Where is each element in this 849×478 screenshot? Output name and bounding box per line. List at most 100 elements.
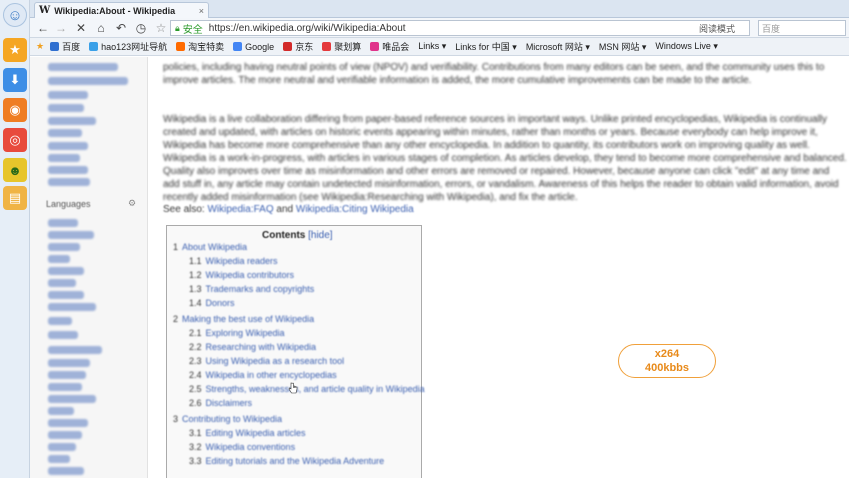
toc-item[interactable]: 1.3 Trademarks and copyrights [189,284,314,294]
stop-button[interactable]: ✕ [72,19,90,37]
bookmark-item[interactable]: 聚划算 [322,40,361,53]
toc-item-label: Contributing to Wikipedia [182,414,283,424]
language-link[interactable] [48,317,72,325]
sidebar-link[interactable] [48,178,90,186]
toc-item[interactable]: 1 About Wikipedia [173,242,247,252]
history-button[interactable]: ◷ [132,19,150,37]
toc-item-number: 3.2 [189,442,202,452]
language-link[interactable] [48,467,84,475]
bookmark-item[interactable]: Microsoft 网站 ▾ [526,40,590,53]
smile-icon[interactable]: ☺ [3,3,27,27]
bookmarks-bar: ★ 百度 hao123网址导航 淘宝特卖 Google 京东 聚划算 唯品会 Links ▾ L… [30,38,849,56]
reading-mode-button[interactable]: 阅读模式 [699,22,749,35]
sidebar-link[interactable] [48,63,118,71]
toc-item-number: 2.6 [189,398,202,408]
toc-item[interactable]: 2.6 Disclaimers [189,398,252,408]
article-content: policies, including having neutral point… [148,57,849,478]
toc-item[interactable]: 1.4 Donors [189,298,235,308]
link-citing-wikipedia[interactable]: Wikipedia:Citing Wikipedia [296,204,414,215]
toc-item-label: Wikipedia readers [205,256,278,266]
tab-wikipedia-about[interactable]: W Wikipedia:About - Wikipedia × [34,2,209,18]
link-wikipedia-faq[interactable]: Wikipedia:FAQ [207,204,273,215]
bookmark-item[interactable]: 京东 [283,40,313,53]
toc-item[interactable]: 3.3 Editing tutorials and the Wikipedia A… [189,456,384,466]
download-icon[interactable]: ⬇ [3,68,27,92]
bookmark-item[interactable]: MSN 网站 ▾ [599,40,647,53]
rss-icon[interactable]: ◉ [3,98,27,122]
sidebar-link[interactable] [48,129,82,137]
language-link[interactable] [48,331,78,339]
tab-close-icon[interactable]: × [199,6,204,16]
toc-item[interactable]: 1.1 Wikipedia readers [189,256,278,266]
toc-item-number: 1.2 [189,270,202,280]
bookmark-item[interactable]: hao123网址导航 [89,40,167,53]
bookmark-item[interactable]: Windows Live ▾ [655,40,718,53]
bookmark-item[interactable]: 百度 [50,40,80,53]
language-link[interactable] [48,255,70,263]
toc-item[interactable]: 2.5 Strengths, weaknesses, and article qu… [189,384,425,394]
bookmark-item[interactable]: Google [233,40,274,53]
toc-item[interactable]: 1.2 Wikipedia contributors [189,270,294,280]
language-link[interactable] [48,279,76,287]
toc-item-number: 3.1 [189,428,202,438]
toc-item[interactable]: 2 Making the best use of Wikipedia [173,314,314,324]
bookmark-star-button[interactable]: ☆ [152,19,170,37]
language-link[interactable] [48,455,70,463]
language-link[interactable] [48,407,74,415]
toc-item-number: 1.3 [189,284,202,294]
weibo-icon[interactable]: ◎ [3,128,27,152]
url-text[interactable]: https://en.wikipedia.org/wiki/Wikipedia:… [209,23,406,34]
sidebar-link[interactable] [48,154,80,162]
settings-gear-icon[interactable]: ⚙ [128,198,136,209]
toc-item[interactable]: 2.2 Researching with Wikipedia [189,342,316,352]
language-link[interactable] [48,359,90,367]
favorites-star-icon[interactable]: ★ [3,38,27,62]
bookmark-item[interactable]: Links ▾ [418,40,446,53]
language-link[interactable] [48,383,82,391]
sidebar-link[interactable] [48,166,88,174]
language-link[interactable] [48,303,96,311]
language-link[interactable] [48,231,94,239]
toc-item[interactable]: 2.3 Using Wikipedia as a research tool [189,356,344,366]
language-link[interactable] [48,219,78,227]
bookmark-item[interactable]: 唯品会 [370,40,409,53]
toc-item[interactable]: 3 Contributing to Wikipedia [173,414,282,424]
language-link[interactable] [48,371,86,379]
toc-hide-link[interactable]: [hide] [308,230,332,241]
sidebar-link[interactable] [48,91,88,99]
bookmark-item[interactable]: 淘宝特卖 [176,40,224,53]
search-input[interactable]: 百度 [758,20,846,36]
sidebar-link[interactable] [48,77,128,85]
notes-icon[interactable]: ▤ [3,186,27,210]
language-link[interactable] [48,443,76,451]
toc-item[interactable]: 2.4 Wikipedia in other encyclopedias [189,370,337,380]
toc-item[interactable]: 3.2 Wikipedia conventions [189,442,295,452]
home-button[interactable]: ⌂ [92,19,110,37]
address-bar[interactable]: 🔒︎ 安全 https://en.wikipedia.org/wiki/Wiki… [170,20,750,36]
paragraph-policies: policies, including having neutral point… [163,62,825,86]
toc-item-number: 1.1 [189,256,202,266]
toc-item[interactable]: 2.1 Exploring Wikipedia [189,328,285,338]
language-link[interactable] [48,395,96,403]
language-link[interactable] [48,419,88,427]
toc-item[interactable]: 3.1 Editing Wikipedia articles [189,428,306,438]
bookmark-label: Windows Live ▾ [655,41,718,51]
see-also-line: See also: Wikipedia:FAQ and Wikipedia:Ci… [163,204,414,215]
language-link[interactable] [48,291,84,299]
tab-title: Wikipedia:About - Wikipedia [54,5,176,16]
toc-item-number: 2 [173,314,179,324]
back-button[interactable]: ← [34,19,52,37]
language-link[interactable] [48,267,84,275]
language-link[interactable] [48,243,80,251]
sidebar-link[interactable] [48,142,88,150]
favorites-star-icon[interactable]: ★ [36,41,44,52]
sidebar-link[interactable] [48,104,84,112]
game-face-icon[interactable]: ☻ [3,158,27,182]
sidebar-link[interactable] [48,117,96,125]
bookmark-item[interactable]: Links for 中国 ▾ [455,40,517,53]
language-link[interactable] [48,431,82,439]
forward-button[interactable]: → [52,19,70,37]
undo-close-button[interactable]: ↶ [112,19,130,37]
language-link[interactable] [48,346,102,354]
bookmark-label: Microsoft 网站 ▾ [525,42,590,52]
